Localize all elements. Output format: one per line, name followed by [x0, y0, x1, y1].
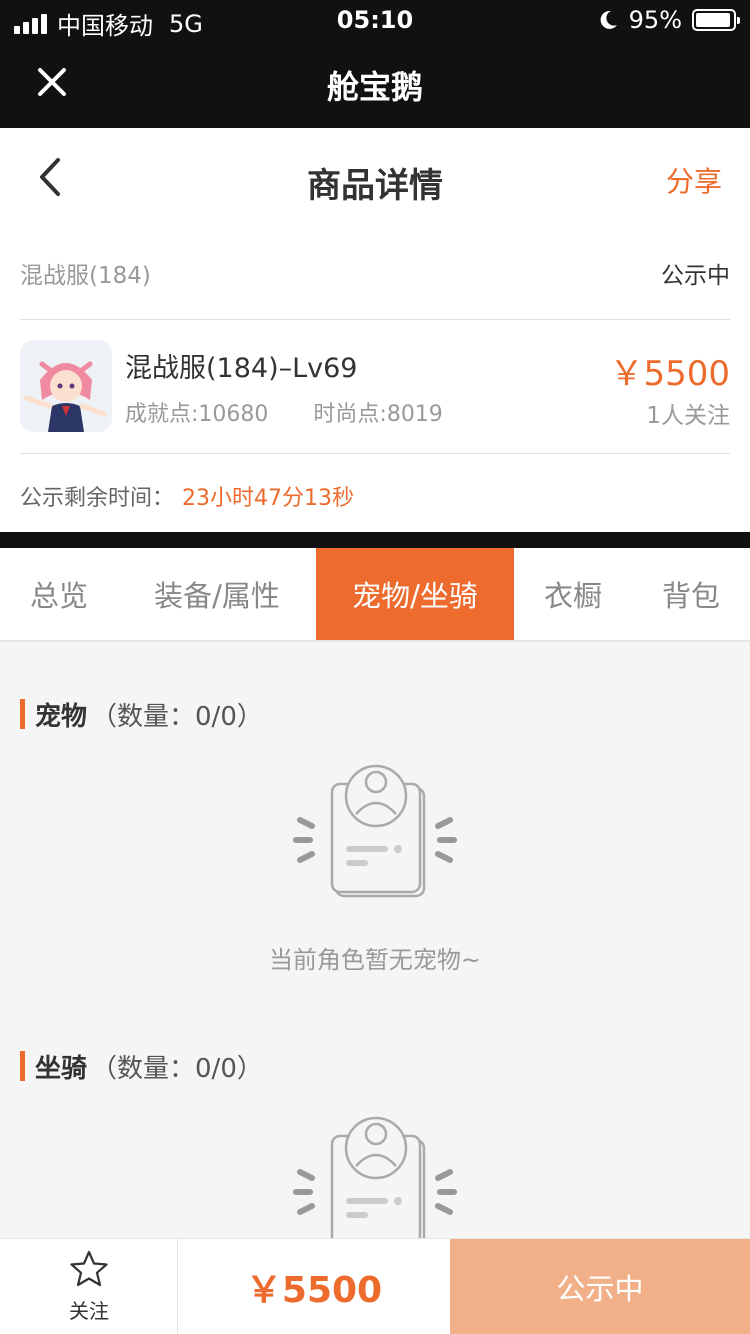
bottom-action-bar: 关注 ￥5500 公示中	[0, 1238, 750, 1334]
character-avatar	[20, 340, 112, 432]
tab-wardrobe[interactable]: 衣橱	[514, 548, 632, 640]
tab-content: 宠物 （数量：0/0） 当前角色暂无宠物~ 坐骑 （数量：0/0）	[0, 644, 750, 1244]
publicity-time-row: 公示剩余时间： 23小时47分13秒	[20, 480, 354, 512]
follow-button[interactable]: 关注	[0, 1239, 178, 1334]
publicity-status-button[interactable]: 公示中	[450, 1239, 750, 1334]
publicity-time-label: 公示剩余时间：	[20, 486, 175, 511]
status-bar: 中国移动 5G 05:10 95%	[0, 0, 750, 40]
server-row: 混战服(184) 公示中	[20, 228, 730, 320]
item-stats: 成就点:10680 时尚点:8019	[125, 396, 443, 428]
empty-profile-icon	[293, 764, 457, 898]
product-card: 混战服(184) 公示中 混战服(184)–Lv69 成就点:10680 时尚点…	[0, 228, 750, 532]
tab-pets-mounts[interactable]: 宠物/坐骑	[316, 548, 514, 640]
mounts-section-title: 坐骑 （数量：0/0）	[20, 1050, 263, 1084]
battery-percent: 95%	[628, 6, 682, 34]
follow-label: 关注	[69, 1299, 109, 1323]
item-name: 混战服(184)–Lv69	[125, 353, 358, 384]
tab-equipment-attributes[interactable]: 装备/属性	[118, 548, 316, 640]
mounts-count: （数量：0/0）	[91, 1053, 263, 1084]
section-divider	[0, 532, 750, 548]
follower-count: 1人关注	[646, 403, 730, 429]
app-title: 舱宝鹅	[326, 68, 423, 106]
fashion-points: 时尚点:8019	[313, 402, 443, 427]
tab-backpack[interactable]: 背包	[632, 548, 750, 640]
star-icon	[70, 1250, 108, 1287]
bottom-price: ￥5500	[245, 1270, 383, 1311]
server-name: 混战服(184)	[20, 263, 151, 289]
item-price: ￥5500	[609, 354, 730, 394]
detail-tabs: 总览 装备/属性 宠物/坐骑 衣橱 背包	[0, 548, 750, 642]
item-row[interactable]: 混战服(184)–Lv69 成就点:10680 时尚点:8019 ￥5500 1…	[20, 320, 730, 454]
battery-icon	[692, 9, 740, 31]
pets-section-title: 宠物 （数量：0/0）	[20, 698, 263, 732]
publicity-time-remaining: 23小时47分13秒	[182, 486, 354, 511]
app-bar: 舱宝鹅	[0, 40, 750, 128]
page-header: 商品详情 分享	[0, 128, 750, 228]
empty-profile-icon	[293, 1116, 457, 1244]
status-text: 公示中	[661, 263, 730, 289]
pets-title: 宠物	[35, 701, 88, 732]
share-button[interactable]: 分享	[666, 160, 722, 200]
tab-overview[interactable]: 总览	[0, 548, 118, 640]
moon-icon	[600, 10, 617, 29]
pets-count: （数量：0/0）	[91, 701, 263, 732]
page-title: 商品详情	[307, 166, 443, 206]
mounts-title: 坐骑	[35, 1053, 88, 1084]
achievement-points: 成就点:10680	[125, 402, 269, 427]
pets-empty-text: 当前角色暂无宠物~	[268, 946, 482, 974]
